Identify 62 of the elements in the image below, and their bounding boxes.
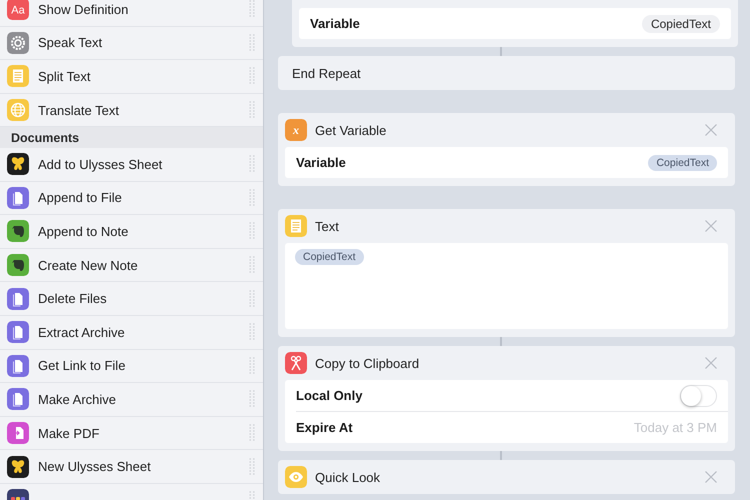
drag-handle-icon[interactable] [249,323,255,342]
file-icon [7,288,29,310]
file-icon [7,186,29,209]
drag-handle-icon[interactable] [249,188,255,207]
sidebar-item[interactable]: Create New Note [0,248,263,282]
sidebar-item[interactable]: Make Archive [0,383,263,417]
action-title: Quick Look [315,470,382,484]
section-header: Documents [0,127,263,148]
sidebar-item[interactable]: New Ulysses Sheet [0,450,263,484]
eye-icon [285,466,307,488]
action-title: Get Variable [315,122,388,138]
variable-token[interactable]: CopiedText [295,249,364,265]
sidebar-item[interactable]: Extract Archive [0,316,263,350]
drag-handle-icon[interactable] [249,34,255,52]
sidebar-item[interactable]: Make PDF [0,416,263,450]
butterfly-icon [7,456,29,478]
action-title: End Repeat [292,66,361,80]
sidebar-item[interactable]: Append to Note [0,215,263,249]
text-field[interactable]: CopiedText [285,243,728,329]
drag-handle-icon[interactable] [249,390,255,408]
sidebar-item[interactable]: Speak Text [0,26,263,60]
drag-handle-icon[interactable] [249,155,255,174]
file-icon [7,388,29,410]
drag-handle-icon[interactable] [249,356,255,375]
sidebar-item[interactable]: Aa Show Definition [0,0,263,27]
drag-handle-icon[interactable] [249,256,255,274]
parameter-label: Variable [296,155,347,170]
drag-handle-icon[interactable] [249,290,255,308]
close-icon[interactable] [705,471,717,483]
action-title: Text [315,218,340,234]
drag-handle-icon[interactable] [249,424,255,442]
action-title: Copy to Clipboard [315,356,420,370]
file-icon [7,354,29,377]
drag-handle-icon[interactable] [249,101,255,120]
globe-icon [7,99,29,122]
sidebar-item[interactable]: Add to Ulysses Sheet [0,148,263,182]
letters-icon: Aa [7,0,29,20]
close-icon[interactable] [705,220,717,232]
toggle-switch[interactable] [680,384,717,406]
parameter-label: Expire At [296,420,354,435]
drag-handle-icon[interactable] [249,222,255,240]
variable-icon: x [285,119,307,141]
drag-handle-icon[interactable] [249,0,255,18]
variable-value[interactable]: CopiedText [642,14,720,32]
gear-icon [7,32,29,54]
sidebar-item[interactable]: Delete Files [0,282,263,316]
sidebar-item[interactable]: Split Text [0,60,263,94]
butterfly-icon [7,153,29,176]
sidebar-item[interactable]: Append to File [0,182,263,216]
close-icon[interactable] [705,124,717,136]
document-icon [285,215,307,237]
scissors-icon [285,352,307,374]
parameter-label: Variable [310,16,361,31]
variable-token[interactable]: CopiedText [648,154,717,170]
drag-handle-icon[interactable] [249,67,255,86]
parameter-label: Local Only [296,388,364,403]
file-icon [7,321,29,344]
drag-handle-icon[interactable] [249,458,255,476]
document-icon [7,65,29,88]
file-icon [7,422,29,444]
close-icon[interactable] [705,357,717,369]
sidebar-item[interactable]: Get Link to File [0,350,263,384]
